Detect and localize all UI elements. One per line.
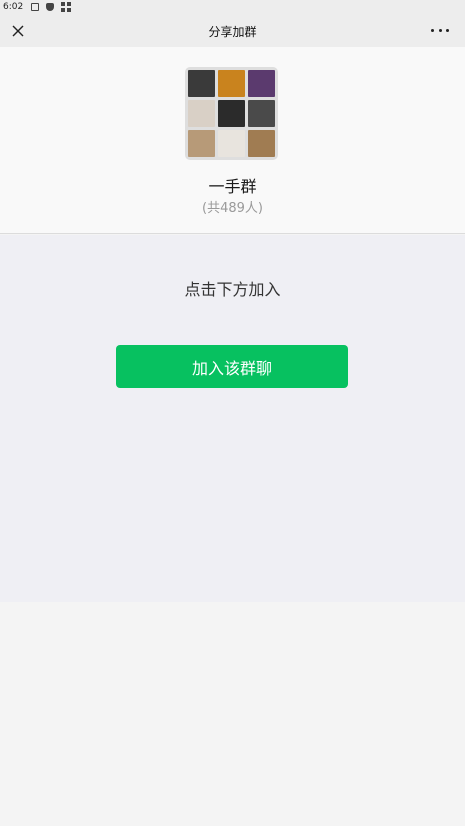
avatar-tile (188, 130, 215, 157)
join-panel: 点击下方加入 加入该群聊 (0, 235, 465, 602)
avatar-tile (248, 100, 275, 127)
more-dot-icon (438, 28, 442, 32)
avatar-tile (188, 70, 215, 97)
member-count: (共489人) (202, 201, 263, 216)
avatar-tile (218, 70, 245, 97)
bottom-area (0, 602, 465, 826)
notification-a-icon (31, 3, 40, 11)
more-button[interactable] (431, 22, 449, 38)
status-time: 6:02 (3, 2, 24, 12)
join-hint: 点击下方加入 (184, 280, 281, 299)
more-dot-icon (431, 28, 434, 32)
group-avatar (185, 67, 278, 160)
avatar-tile (248, 130, 275, 157)
grid-icon (61, 2, 72, 12)
avatar-tile (218, 130, 245, 157)
group-name: 一手群 (208, 177, 257, 196)
join-group-button[interactable]: 加入该群聊 (116, 345, 348, 388)
avatar-tile (248, 70, 275, 97)
page-title: 分享加群 (208, 25, 257, 39)
shield-icon (46, 3, 55, 11)
group-header: 一手群 (共489人) (0, 47, 465, 234)
more-dot-icon (446, 28, 449, 32)
status-bar: 6:02 (0, 0, 465, 14)
avatar-tile (218, 100, 245, 127)
title-bar: 分享加群 (0, 14, 465, 47)
avatar-tile (188, 100, 215, 127)
